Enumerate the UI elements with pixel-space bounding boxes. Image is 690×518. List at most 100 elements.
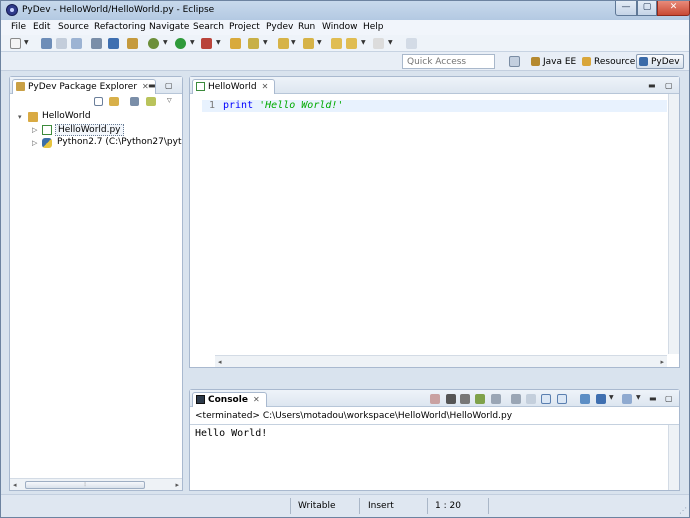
chevron-down-icon[interactable]: ▼: [636, 394, 641, 401]
maximize-view-icon[interactable]: ▢: [665, 81, 673, 90]
show-on-stdout-icon[interactable]: [541, 394, 551, 404]
back-icon[interactable]: [346, 38, 357, 49]
save-icon[interactable]: [41, 38, 52, 49]
perspective-pydev[interactable]: PyDev: [636, 54, 684, 69]
chevron-down-icon[interactable]: ▼: [163, 39, 168, 46]
chevron-down-icon[interactable]: ▼: [361, 39, 366, 46]
remove-launch-icon[interactable]: [446, 394, 456, 404]
show-on-stderr-icon[interactable]: [557, 394, 567, 404]
menu-refactoring[interactable]: Refactoring: [94, 22, 146, 32]
run-icon[interactable]: [175, 38, 186, 49]
menu-source[interactable]: Source: [58, 22, 89, 32]
scroll-left-icon[interactable]: ◂: [218, 358, 222, 366]
resize-grip-icon[interactable]: ⋰: [679, 506, 687, 515]
scroll-lock-icon[interactable]: [511, 394, 521, 404]
menu-help[interactable]: Help: [363, 22, 384, 32]
tab-package-explorer[interactable]: PyDev Package Explorer ✕: [12, 79, 156, 94]
tree-item-helloworld-project[interactable]: ▾ HelloWorld: [18, 111, 178, 124]
external-tools-icon[interactable]: [201, 38, 212, 49]
code-line[interactable]: print 'Hello World!': [223, 100, 343, 111]
chevron-down-icon[interactable]: ▼: [388, 39, 393, 46]
word-wrap-icon[interactable]: [526, 394, 536, 404]
chevron-down-icon[interactable]: ▼: [609, 394, 614, 401]
chevron-down-icon[interactable]: ▼: [291, 39, 296, 46]
perspective-resource[interactable]: Resource: [579, 54, 639, 69]
pencil-icon[interactable]: [248, 38, 259, 49]
tab-helloworld-editor[interactable]: HelloWorld ✕: [192, 79, 276, 94]
close-icon[interactable]: ✕: [262, 82, 269, 91]
menu-window[interactable]: Window: [322, 22, 358, 32]
scroll-right-icon[interactable]: ▸: [175, 481, 179, 489]
minimize-view-icon[interactable]: ▬: [648, 81, 656, 90]
filter-icon[interactable]: [130, 97, 139, 106]
minimize-view-icon[interactable]: ▬: [148, 81, 156, 90]
next-annotation-icon[interactable]: [278, 38, 289, 49]
view-menu-icon[interactable]: ▽: [167, 97, 172, 104]
chevron-down-icon[interactable]: ▼: [317, 39, 322, 46]
console-vertical-scrollbar[interactable]: [668, 425, 679, 490]
open-perspective-icon[interactable]: [509, 56, 520, 67]
pin-editor-icon[interactable]: [406, 38, 417, 49]
scroll-right-icon[interactable]: ▸: [660, 358, 664, 366]
tree-item-python-interpreter[interactable]: ▷ Python2.7 (C:\Python27\python: [32, 137, 182, 150]
expand-twisty-icon[interactable]: ▾: [18, 113, 22, 121]
python-package-icon[interactable]: [108, 38, 119, 49]
maximize-button[interactable]: ▢: [637, 1, 657, 16]
scrollbar-thumb[interactable]: ⦙: [25, 481, 145, 489]
explorer-horizontal-scrollbar[interactable]: ◂ ⦙ ▸: [10, 478, 182, 490]
debug-icon[interactable]: [148, 38, 159, 49]
forward-icon[interactable]: [373, 38, 384, 49]
expand-twisty-icon[interactable]: ▷: [32, 139, 37, 147]
pin-console-icon[interactable]: [580, 394, 590, 404]
console-output-area[interactable]: Hello World!: [190, 424, 679, 490]
last-edit-icon[interactable]: [331, 38, 342, 49]
open-type-icon[interactable]: [127, 38, 138, 49]
chevron-down-icon[interactable]: ▼: [190, 39, 195, 46]
open-folder-icon[interactable]: [230, 38, 241, 49]
menu-search[interactable]: Search: [193, 22, 224, 32]
menu-navigate[interactable]: Navigate: [149, 22, 189, 32]
code-editor[interactable]: 1 print 'Hello World!' ◂ ▸: [190, 94, 679, 367]
tree-item-label: Python2.7 (C:\Python27\python: [57, 137, 182, 147]
editor-horizontal-scrollbar[interactable]: ◂ ▸: [215, 355, 667, 367]
status-separator: [290, 498, 291, 514]
tab-console[interactable]: Console ✕: [192, 392, 267, 407]
terminal-icon[interactable]: [91, 38, 102, 49]
chevron-down-icon[interactable]: ▼: [216, 39, 221, 46]
quick-access-input[interactable]: [402, 54, 495, 69]
tree-item-label: HelloWorld.py: [55, 124, 124, 136]
collapse-all-icon[interactable]: [94, 97, 103, 106]
link-with-editor-icon[interactable]: [109, 97, 119, 106]
close-icon[interactable]: ✕: [253, 395, 260, 404]
menu-file[interactable]: File: [11, 22, 26, 32]
terminate-icon[interactable]: [430, 394, 440, 404]
menu-project[interactable]: Project: [229, 22, 260, 32]
menu-run[interactable]: Run: [298, 22, 315, 32]
chevron-down-icon[interactable]: ▼: [263, 39, 268, 46]
new-console-icon[interactable]: [475, 394, 485, 404]
editor-vertical-scrollbar[interactable]: [668, 94, 679, 354]
chevron-down-icon[interactable]: ▼: [24, 39, 29, 46]
clear-console-icon[interactable]: [491, 394, 501, 404]
previous-annotation-icon[interactable]: [303, 38, 314, 49]
perspective-java-ee[interactable]: Java EE: [528, 54, 580, 69]
open-console-icon[interactable]: [622, 394, 632, 404]
new-file-icon[interactable]: [10, 38, 21, 49]
eclipse-window: PyDev - HelloWorld/HelloWorld.py - Eclip…: [0, 0, 690, 518]
menu-edit[interactable]: Edit: [33, 22, 50, 32]
minimize-button[interactable]: —: [615, 1, 637, 16]
expand-twisty-icon[interactable]: ▷: [32, 126, 37, 134]
sync-icon[interactable]: [146, 97, 156, 106]
tree-item-helloworld-py[interactable]: ▷ HelloWorld.py: [32, 124, 182, 137]
save-all-icon[interactable]: [56, 38, 67, 49]
package-explorer-panel: PyDev Package Explorer ✕ ▬ ▢ ▽ ▾ HelloWor…: [9, 76, 183, 491]
scroll-left-icon[interactable]: ◂: [13, 481, 17, 489]
close-window-button[interactable]: ✕: [657, 1, 690, 16]
print-icon[interactable]: [71, 38, 82, 49]
maximize-view-icon[interactable]: ▢: [665, 394, 673, 403]
remove-all-terminated-icon[interactable]: [460, 394, 470, 404]
minimize-view-icon[interactable]: ▬: [649, 394, 657, 403]
maximize-view-icon[interactable]: ▢: [165, 81, 173, 90]
menu-pydev[interactable]: Pydev: [266, 22, 293, 32]
display-console-icon[interactable]: [596, 394, 606, 404]
